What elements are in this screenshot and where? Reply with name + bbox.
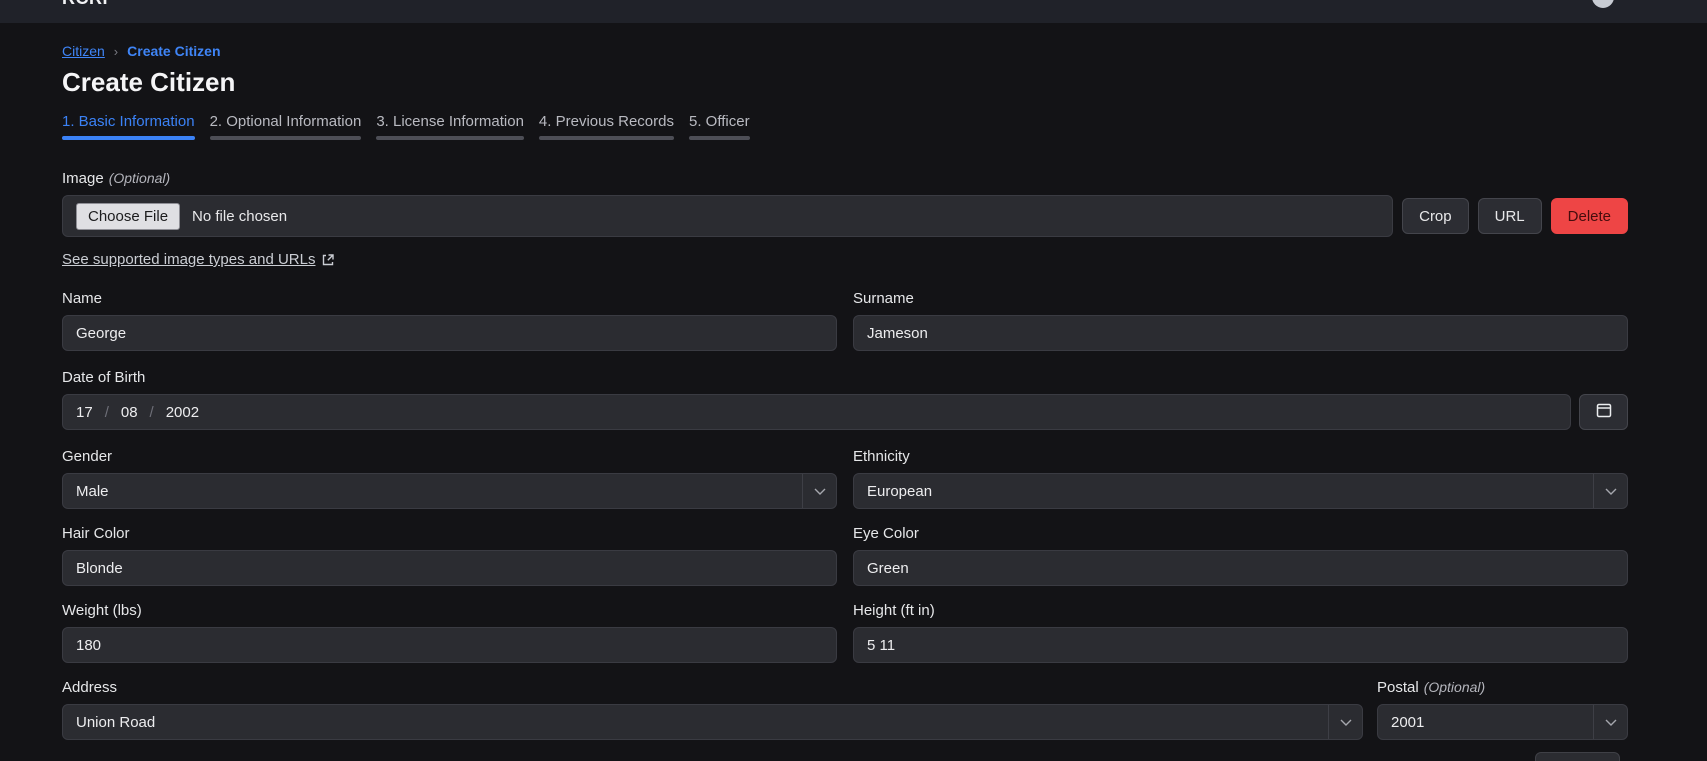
breadcrumb: Citizen › Create Citizen: [62, 43, 1628, 59]
name-input[interactable]: George: [62, 315, 837, 351]
app-logo[interactable]: RCRP: [62, 0, 115, 9]
crop-button[interactable]: Crop: [1402, 198, 1469, 234]
hair-eye-row: Hair Color Blonde Eye Color Green: [62, 525, 1628, 586]
dob-input[interactable]: 17 / 08 / 2002: [62, 394, 1571, 430]
breadcrumb-citizen-link[interactable]: Citizen: [62, 43, 105, 59]
next-step-button-partial[interactable]: [1535, 752, 1620, 761]
address-label: Address: [62, 679, 1363, 696]
tab-optional-information[interactable]: 2. Optional Information: [210, 113, 362, 140]
external-link-icon: [321, 253, 335, 267]
height-input[interactable]: 5 11: [853, 627, 1628, 663]
gender-ethnicity-row: Gender Male Ethnicity European: [62, 448, 1628, 509]
surname-field-group: Surname Jameson: [853, 290, 1628, 351]
eye-color-field-group: Eye Color Green: [853, 525, 1628, 586]
tab-basic-information[interactable]: 1. Basic Information: [62, 113, 195, 140]
chevron-down-icon: [1593, 705, 1627, 739]
ethnicity-field-group: Ethnicity European: [853, 448, 1628, 509]
choose-file-button[interactable]: Choose File: [76, 203, 180, 230]
tab-officer[interactable]: 5. Officer: [689, 113, 750, 140]
delete-button[interactable]: Delete: [1551, 198, 1628, 234]
hair-color-input[interactable]: Blonde: [62, 550, 837, 586]
address-select[interactable]: Union Road: [62, 704, 1363, 740]
dob-year-segment[interactable]: 2002: [166, 404, 199, 421]
ethnicity-label: Ethnicity: [853, 448, 1628, 465]
address-postal-row: Address Union Road Postal(Optional) 2001: [62, 679, 1628, 740]
dob-label: Date of Birth: [62, 369, 1628, 386]
weight-height-row: Weight (lbs) 180 Height (ft in) 5 11: [62, 602, 1628, 663]
gender-select[interactable]: Male: [62, 473, 837, 509]
url-button[interactable]: URL: [1478, 198, 1542, 234]
height-field-group: Height (ft in) 5 11: [853, 602, 1628, 663]
hair-color-field-group: Hair Color Blonde: [62, 525, 837, 586]
file-input-status: No file chosen: [192, 208, 287, 225]
page-title: Create Citizen: [62, 67, 1628, 98]
tab-underline: [376, 136, 524, 140]
weight-label: Weight (lbs): [62, 602, 837, 619]
supported-image-types-link[interactable]: See supported image types and URLs: [62, 251, 315, 268]
eye-color-label: Eye Color: [853, 525, 1628, 542]
gender-label: Gender: [62, 448, 837, 465]
dob-field-group: Date of Birth 17 / 08 / 2002: [62, 369, 1628, 430]
dob-month-segment[interactable]: 08: [121, 404, 138, 421]
tab-underline: [210, 136, 362, 140]
chevron-down-icon: [802, 474, 836, 508]
address-field-group: Address Union Road: [62, 679, 1363, 740]
tab-underline: [689, 136, 750, 140]
image-field-label: Image(Optional): [62, 170, 1628, 187]
hair-color-label: Hair Color: [62, 525, 837, 542]
tab-underline: [62, 136, 195, 140]
image-upload-row: Choose File No file chosen Crop URL Dele…: [62, 195, 1628, 237]
breadcrumb-separator-icon: ›: [114, 44, 118, 59]
dob-separator: /: [150, 404, 154, 421]
postal-label: Postal(Optional): [1377, 679, 1628, 696]
supported-image-types-row: See supported image types and URLs: [62, 251, 1628, 268]
name-surname-row: Name George Surname Jameson: [62, 290, 1628, 351]
create-citizen-page: Citizen › Create Citizen Create Citizen …: [0, 43, 1707, 740]
name-field-group: Name George: [62, 290, 837, 351]
tab-license-information[interactable]: 3. License Information: [376, 113, 524, 140]
weight-field-group: Weight (lbs) 180: [62, 602, 837, 663]
dob-input-row: 17 / 08 / 2002: [62, 394, 1628, 430]
tab-previous-records[interactable]: 4. Previous Records: [539, 113, 674, 140]
breadcrumb-create-citizen[interactable]: Create Citizen: [127, 43, 220, 59]
calendar-button[interactable]: [1579, 394, 1628, 430]
user-avatar[interactable]: [1592, 0, 1614, 8]
eye-color-input[interactable]: Green: [853, 550, 1628, 586]
ethnicity-select[interactable]: European: [853, 473, 1628, 509]
postal-field-group: Postal(Optional) 2001: [1377, 679, 1628, 740]
weight-input[interactable]: 180: [62, 627, 837, 663]
optional-hint: (Optional): [1424, 679, 1485, 695]
tab-underline: [539, 136, 674, 140]
dob-separator: /: [105, 404, 109, 421]
surname-input[interactable]: Jameson: [853, 315, 1628, 351]
top-navbar: RCRP: [0, 0, 1707, 23]
surname-label: Surname: [853, 290, 1628, 307]
height-label: Height (ft in): [853, 602, 1628, 619]
gender-field-group: Gender Male: [62, 448, 837, 509]
postal-select[interactable]: 2001: [1377, 704, 1628, 740]
tab-bar: 1. Basic Information 2. Optional Informa…: [62, 113, 1628, 140]
optional-hint: (Optional): [109, 170, 170, 186]
dob-day-segment[interactable]: 17: [76, 404, 93, 421]
chevron-down-icon: [1328, 705, 1362, 739]
name-label: Name: [62, 290, 837, 307]
calendar-icon: [1595, 401, 1613, 424]
chevron-down-icon: [1593, 474, 1627, 508]
file-input[interactable]: Choose File No file chosen: [62, 195, 1393, 237]
